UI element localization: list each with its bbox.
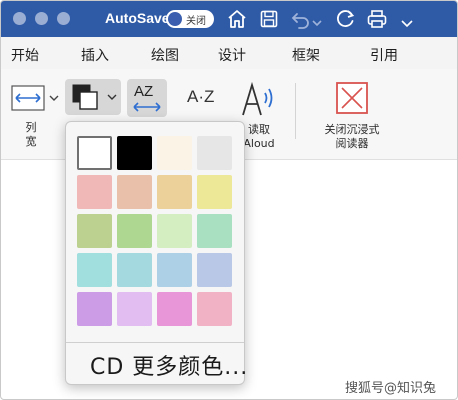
home-icon[interactable] <box>225 7 249 31</box>
parts-of-speech-label[interactable]: A·Z <box>187 87 214 107</box>
color-swatch[interactable] <box>157 214 192 248</box>
minimize-window-button[interactable] <box>35 12 48 25</box>
watermark: 搜狐号@知识兔 <box>345 381 437 396</box>
save-icon[interactable] <box>257 7 281 31</box>
color-swatch[interactable] <box>197 214 232 248</box>
ribbon-divider <box>295 83 296 139</box>
tab-insert[interactable]: 插入 <box>81 45 109 65</box>
color-swatch[interactable] <box>117 175 152 209</box>
print-icon[interactable] <box>365 7 389 31</box>
chevron-down-icon <box>107 94 117 100</box>
toggle-text: 关闭 <box>186 16 206 27</box>
tab-references[interactable]: 引用 <box>370 45 398 65</box>
chevron-down-icon[interactable] <box>312 11 322 35</box>
color-swatch[interactable] <box>157 136 192 170</box>
tab-layout[interactable]: 框架 <box>292 45 320 65</box>
tab-design[interactable]: 设计 <box>218 45 246 65</box>
color-swatch[interactable] <box>197 136 232 170</box>
color-swatch[interactable] <box>117 214 152 248</box>
tab-home[interactable]: 开始 <box>11 45 39 65</box>
read-aloud-icon[interactable] <box>239 81 279 117</box>
color-swatch[interactable] <box>197 175 232 209</box>
close-immersive-reader-label: 关闭沉浸式 <box>324 123 380 136</box>
double-arrow-icon <box>133 102 161 112</box>
close-immersive-reader-icon[interactable] <box>335 81 369 115</box>
more-options-chevron-icon[interactable] <box>399 11 415 35</box>
color-swatch[interactable] <box>197 253 232 287</box>
syllables-button[interactable]: AZ <box>127 79 167 117</box>
color-swatch[interactable] <box>117 292 152 326</box>
color-swatch[interactable] <box>117 136 152 170</box>
color-swatch[interactable] <box>117 253 152 287</box>
tab-draw[interactable]: 绘图 <box>151 45 179 65</box>
undo-icon[interactable] <box>289 7 313 31</box>
column-width-icon[interactable] <box>11 85 45 111</box>
az-label: AZ <box>134 83 154 100</box>
title-bar: AutoSave 关闭 <box>1 1 457 37</box>
color-swatch[interactable] <box>157 253 192 287</box>
color-swatch[interactable] <box>77 292 112 326</box>
page-color-button[interactable] <box>65 79 121 115</box>
word-window: AutoSave 关闭 开始 插入 绘图 设计 框架 引用 列 宽 AZ A·Z… <box>0 0 458 400</box>
autosave-toggle[interactable]: 关闭 <box>166 10 214 28</box>
menu-divider <box>66 342 244 343</box>
chevron-down-icon[interactable] <box>49 93 59 103</box>
more-colors-item[interactable]: CD 更多颜色... <box>90 349 248 381</box>
redo-icon[interactable] <box>333 7 357 31</box>
column-width-label-2: 宽 <box>25 135 37 148</box>
color-swatch[interactable] <box>77 253 112 287</box>
zoom-window-button[interactable] <box>57 12 70 25</box>
close-window-button[interactable] <box>13 12 26 25</box>
color-swatch[interactable] <box>157 292 192 326</box>
close-immersive-reader-label-2: 阅读器 <box>335 137 369 150</box>
color-swatch[interactable] <box>77 214 112 248</box>
color-swatch[interactable] <box>157 175 192 209</box>
column-width-label: 列 <box>25 121 37 134</box>
page-color-menu: CD 更多颜色... <box>65 121 248 385</box>
page-color-icon <box>72 84 98 110</box>
ribbon-tabs: 开始 插入 绘图 设计 框架 引用 <box>1 37 457 69</box>
color-swatch[interactable] <box>197 292 232 326</box>
color-swatch[interactable] <box>77 175 112 209</box>
autosave-label: AutoSave <box>105 10 170 26</box>
color-swatch[interactable] <box>77 136 112 170</box>
toggle-knob <box>168 12 182 26</box>
read-aloud-label: 读取 <box>248 123 270 136</box>
